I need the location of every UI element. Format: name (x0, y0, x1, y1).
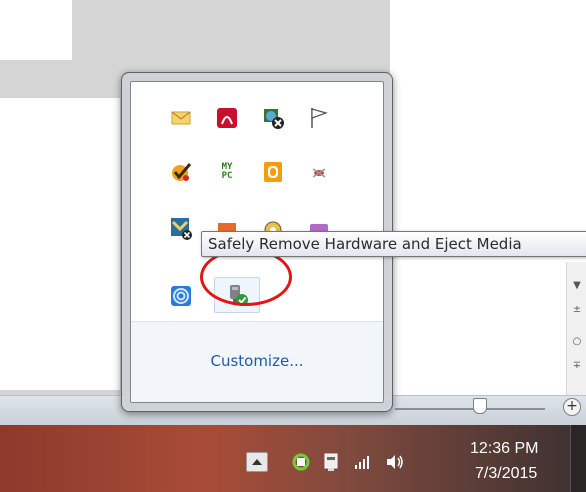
scroll-option-icon[interactable]: ± (567, 304, 586, 315)
my-pc-icon[interactable]: MY PC (213, 158, 241, 186)
action-center-flag-icon[interactable] (305, 104, 333, 132)
zoom-slider-thumb[interactable] (473, 398, 487, 414)
network-signal-icon[interactable] (352, 451, 374, 473)
volume-icon[interactable] (384, 451, 406, 473)
antimalware-icon[interactable] (305, 158, 333, 186)
vertical-scrollbar[interactable]: ▼ ± ○ ∓ (566, 262, 586, 396)
sync-icon[interactable] (290, 451, 312, 473)
background-pane-top (0, 0, 72, 60)
background-pane-left (0, 98, 120, 390)
customize-link[interactable]: Customize... (131, 352, 383, 370)
browse-object-icon[interactable]: ○ (567, 336, 586, 347)
norton-check-icon[interactable] (167, 158, 195, 186)
mail-icon[interactable] (167, 104, 195, 132)
next-page-icon[interactable]: ∓ (567, 360, 586, 371)
show-hidden-icons-button[interactable] (246, 452, 268, 472)
adobe-icon[interactable] (213, 104, 241, 132)
clock-date[interactable]: 7/3/2015 (475, 465, 565, 483)
background-document (390, 0, 586, 395)
scroll-down-icon[interactable]: ▼ (567, 280, 586, 291)
show-desktop-button[interactable] (570, 425, 586, 492)
office-upload-icon[interactable] (259, 158, 287, 186)
power-icon[interactable] (320, 451, 342, 473)
zoom-in-button[interactable]: + (563, 398, 581, 416)
clock-time[interactable]: 12:36 PM (470, 440, 560, 458)
zoom-slider-track[interactable] (395, 408, 545, 410)
network-disconnected-icon[interactable] (259, 104, 287, 132)
spiral-icon[interactable] (167, 282, 195, 310)
tooltip: Safely Remove Hardware and Eject Media (201, 231, 586, 257)
app-update-icon[interactable] (167, 214, 195, 242)
